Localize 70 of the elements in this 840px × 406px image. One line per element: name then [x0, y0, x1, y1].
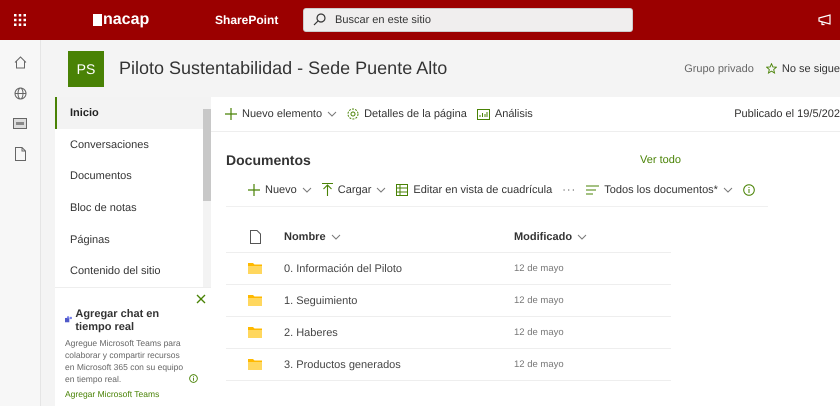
panel-title: Agregar chat en tiempo real	[75, 308, 160, 334]
table-cell: 12 de mayo	[514, 327, 564, 338]
toolbar-button[interactable]: Nuevo elemento	[225, 108, 338, 120]
table-cell: 12 de mayo	[514, 295, 564, 306]
chevron-down-icon	[376, 186, 386, 192]
nav-link[interactable]: Bloc de notas	[55, 192, 203, 224]
command-button[interactable]: Cargar	[322, 183, 386, 196]
privacy-label: Grupo privado	[684, 62, 754, 74]
chevron-down-icon	[330, 234, 341, 240]
file-name-link[interactable]: 3. Productos generados	[284, 358, 514, 370]
table-cell: 12 de mayo	[514, 359, 564, 370]
published-date: Publicado el 19/5/202	[734, 108, 840, 120]
upload-icon	[322, 183, 333, 196]
nav-link[interactable]: Páginas	[55, 224, 203, 256]
command-button[interactable]: Editar en vista de cuadrícula	[396, 184, 552, 196]
see-all-link[interactable]: Ver todo	[640, 154, 681, 166]
panel-text: Agregue Microsoft Teams para colaborar y compartir recursos en Microsoft 365 con su equipo en tiempo real.	[65, 337, 184, 385]
add-teams-link[interactable]: Agregar Microsoft Teams	[65, 389, 160, 399]
close-icon[interactable]	[196, 294, 206, 304]
megaphone-icon[interactable]	[818, 14, 832, 26]
news-icon[interactable]	[13, 118, 27, 129]
site-title: Piloto Sustentabilidad - Sede Puente Alto	[119, 58, 448, 79]
list-icon	[586, 184, 600, 194]
folder-icon	[248, 327, 262, 338]
folder-icon	[248, 295, 262, 306]
toolbar-button[interactable]: Análisis	[476, 108, 533, 120]
nav-link[interactable]: Contenido del sitio	[55, 255, 203, 288]
table-cell: 12 de mayo	[514, 263, 564, 274]
command-button[interactable]: Nuevo	[248, 184, 312, 196]
toolbar-button[interactable]: Detalles de la página	[347, 108, 467, 120]
column-header[interactable]: Modificado	[514, 231, 588, 243]
chevron-down-icon	[327, 111, 338, 117]
file-name-link[interactable]: 1. Seguimiento	[284, 294, 514, 306]
scrollbar[interactable]	[203, 97, 211, 287]
teams-icon	[65, 314, 72, 325]
logo[interactable]: nacap	[103, 11, 150, 29]
file-type-icon	[250, 230, 260, 244]
file-name-link[interactable]: 0. Información del Piloto	[284, 262, 514, 274]
folder-icon	[248, 359, 262, 370]
more-button[interactable]: ···	[562, 184, 576, 196]
plus-icon	[225, 108, 237, 120]
info-icon	[742, 184, 755, 196]
globe-icon[interactable]	[14, 87, 26, 100]
follow-button[interactable]: No se sigue	[782, 62, 840, 74]
app-name[interactable]: SharePoint	[215, 13, 303, 27]
nav-link[interactable]: Inicio	[55, 97, 203, 129]
site-logo: PS	[68, 50, 104, 86]
column-header[interactable]: Nombre	[284, 231, 514, 243]
document-icon[interactable]	[14, 147, 26, 161]
chevron-down-icon	[722, 186, 733, 192]
chevron-down-icon	[302, 186, 312, 192]
command-button[interactable]: Todos los documentos*	[586, 184, 733, 196]
star-icon[interactable]	[766, 63, 777, 74]
logo-mark-icon	[93, 14, 102, 26]
nav-link[interactable]: Conversaciones	[55, 128, 203, 160]
chevron-down-icon	[577, 234, 588, 240]
section-title: Documentos	[226, 152, 311, 168]
grid-icon	[396, 184, 408, 196]
home-icon[interactable]	[14, 56, 26, 69]
folder-icon	[248, 263, 262, 274]
search-field[interactable]: Buscar en este sitio	[303, 8, 633, 32]
chart-icon	[476, 108, 490, 120]
plus-icon	[248, 184, 260, 196]
file-name-link[interactable]: 2. Haberes	[284, 326, 514, 338]
info-icon[interactable]	[189, 374, 198, 383]
info-button[interactable]	[742, 184, 755, 196]
search-icon	[313, 13, 326, 26]
nav-link[interactable]: Documentos	[55, 160, 203, 192]
gear-icon	[347, 108, 360, 120]
app-launcher-icon[interactable]	[14, 14, 26, 26]
